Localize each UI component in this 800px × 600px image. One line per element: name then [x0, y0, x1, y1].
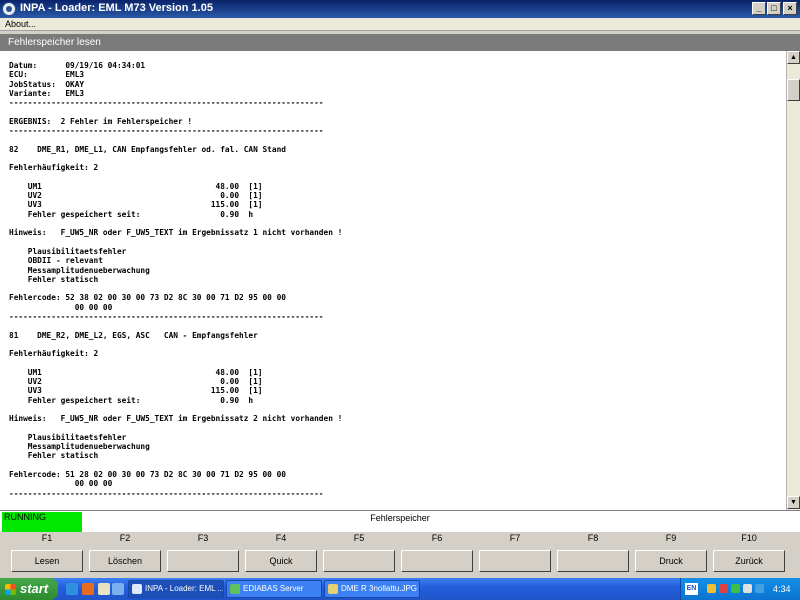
show-desktop-icon[interactable] [112, 583, 124, 595]
title-bar: INPA - Loader: EML M73 Version 1.05 _ □ … [0, 0, 800, 18]
running-indicator: RUNNING [2, 512, 82, 532]
scroll-thumb[interactable] [787, 79, 800, 101]
start-button[interactable]: start [0, 578, 58, 600]
zurueck-button[interactable]: Zurück [713, 550, 785, 572]
volume-icon[interactable] [743, 584, 752, 593]
maximize-button[interactable]: □ [767, 2, 781, 15]
fkey-label-f9: F9 [665, 533, 677, 543]
tray-icon-3[interactable] [731, 584, 740, 593]
report-area[interactable]: Datum: 09/19/16 04:34:01 ECU: EML3 JobSt… [0, 51, 786, 510]
inpa-task-icon [132, 584, 142, 594]
tray-icon-1[interactable] [707, 584, 716, 593]
fkey-label-f7: F7 [509, 533, 521, 543]
report-text: Datum: 09/19/16 04:34:01 ECU: EML3 JobSt… [9, 61, 343, 498]
lesen-button[interactable]: Lesen [11, 550, 83, 572]
ediabas-task-icon [230, 584, 240, 594]
network-icon[interactable] [755, 584, 764, 593]
task-image[interactable]: DME R 3nollattu.JPG ... [324, 580, 420, 598]
task-image-label: DME R 3nollattu.JPG ... [341, 584, 420, 593]
minimize-button[interactable]: _ [752, 2, 766, 15]
close-button[interactable]: × [783, 2, 797, 15]
status-title: Fehlerspeicher [370, 513, 430, 523]
tray-icon-2[interactable] [719, 584, 728, 593]
menu-about[interactable]: About... [5, 18, 36, 31]
task-inpa-label: INPA - Loader: EML ... [145, 584, 224, 593]
f3-button[interactable] [167, 550, 239, 572]
ie-icon[interactable] [66, 583, 78, 595]
start-label: start [20, 581, 49, 596]
druck-button[interactable]: Druck [635, 550, 707, 572]
scroll-up-button[interactable]: ▲ [787, 51, 800, 64]
task-ediabas[interactable]: EDIABAS Server [226, 580, 322, 598]
fkey-label-f2: F2 [119, 533, 131, 543]
task-inpa[interactable]: INPA - Loader: EML ... [128, 580, 224, 598]
fkey-label-f10: F10 [741, 533, 757, 543]
f8-button[interactable] [557, 550, 629, 572]
vertical-scrollbar[interactable]: ▲ ▼ [786, 51, 800, 510]
explorer-icon[interactable] [98, 583, 110, 595]
f5-button[interactable] [323, 550, 395, 572]
loeschen-button[interactable]: Löschen [89, 550, 161, 572]
task-ediabas-label: EDIABAS Server [243, 584, 304, 593]
window-title: INPA - Loader: EML M73 Version 1.05 [20, 2, 213, 14]
panel-title: Fehlerspeicher lesen [0, 34, 800, 51]
f7-button[interactable] [479, 550, 551, 572]
f6-button[interactable] [401, 550, 473, 572]
system-tray: EN 4:34 [680, 578, 800, 600]
fkey-label-f5: F5 [353, 533, 365, 543]
image-task-icon [328, 584, 338, 594]
app-icon [2, 2, 16, 16]
function-key-bar: F1 F2 F3 F4 F5 F6 F7 F8 F9 F10 Lesen Lös… [0, 532, 800, 578]
status-row: Fehlerspeicher RUNNING [0, 510, 800, 532]
clock[interactable]: 4:34 [773, 578, 791, 600]
menu-bar: About... [0, 18, 800, 31]
language-indicator[interactable]: EN [685, 583, 698, 595]
firefox-icon[interactable] [82, 583, 94, 595]
fkey-label-f6: F6 [431, 533, 443, 543]
fkey-label-f1: F1 [41, 533, 53, 543]
fkey-label-f8: F8 [587, 533, 599, 543]
windows-flag-icon [5, 584, 16, 595]
fkey-label-f4: F4 [275, 533, 287, 543]
taskbar: start INPA - Loader: EML ... EDIABAS Ser… [0, 578, 800, 600]
quick-button[interactable]: Quick [245, 550, 317, 572]
fkey-label-f3: F3 [197, 533, 209, 543]
scroll-down-button[interactable]: ▼ [787, 496, 800, 509]
